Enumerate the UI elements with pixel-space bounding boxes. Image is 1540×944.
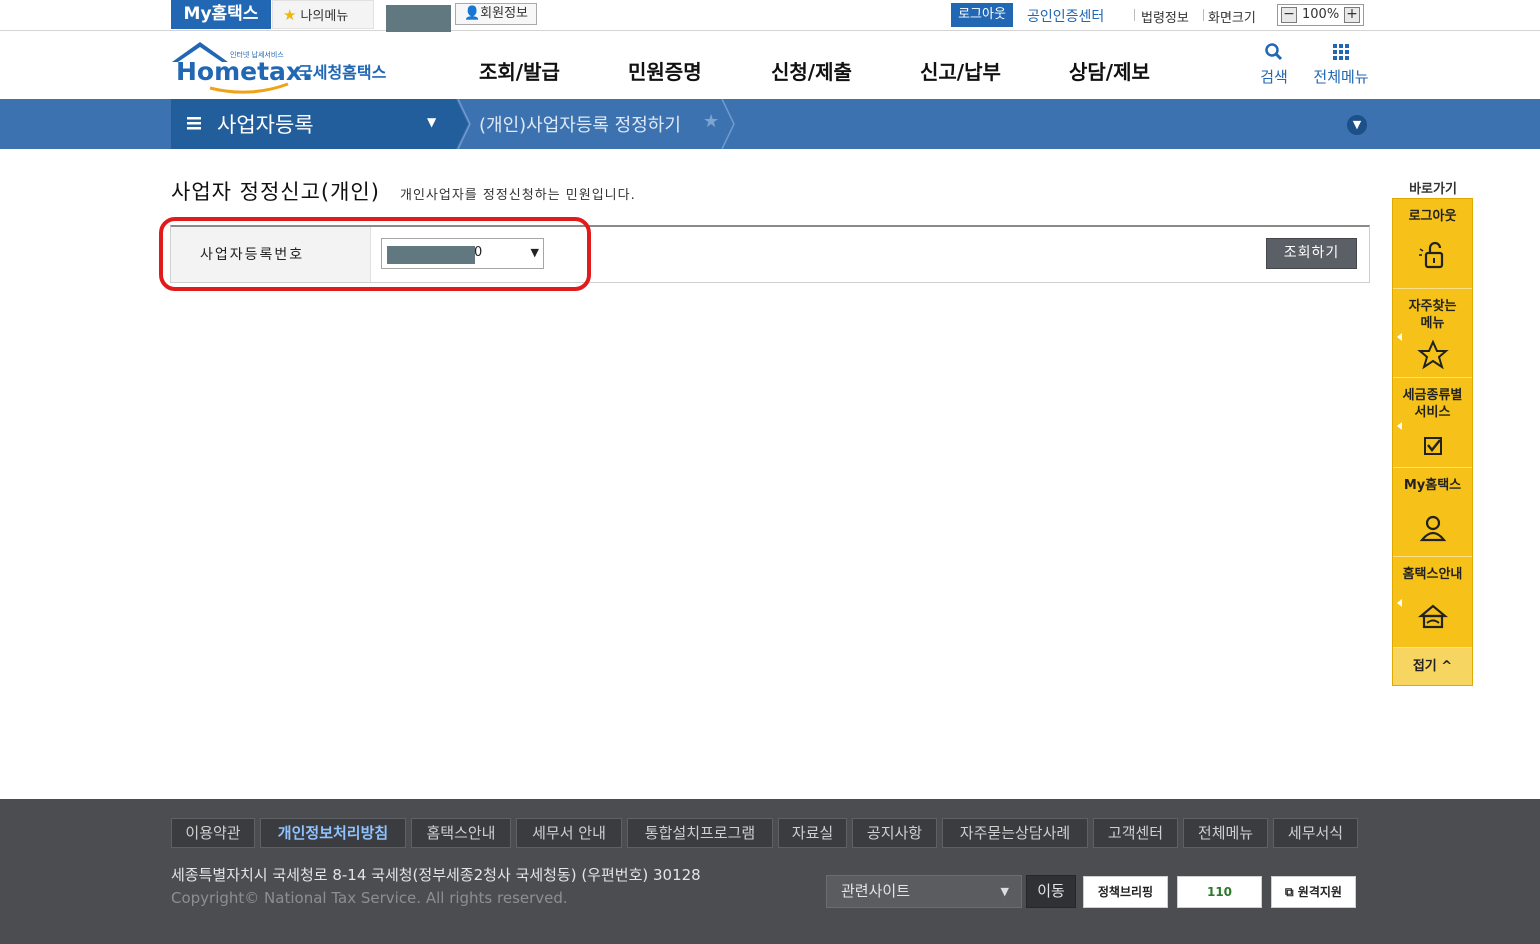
hometax-logo[interactable]: 인터넷 납세서비스 Hometax. 국세청홈택스 xyxy=(170,40,400,96)
search-label: 검색 xyxy=(1260,68,1288,86)
quick-fold-button[interactable]: 접기 ^ xyxy=(1393,648,1472,685)
unlock-icon xyxy=(1419,241,1444,269)
user-icon xyxy=(1419,515,1447,542)
expand-menu-icon[interactable]: ▼ xyxy=(1347,115,1367,135)
footer-link-customer-center[interactable]: 고객센터 xyxy=(1093,818,1178,848)
gnb-report-pay[interactable]: 신고/납부 xyxy=(920,56,1001,85)
person-icon: 👤 xyxy=(463,6,481,21)
quick-menu-panel: 로그아웃 자주찾는 메뉴 세금종류별 서비스 My홈택스 홈택스안내 접기 ^ xyxy=(1392,198,1473,686)
search-icon xyxy=(1265,43,1283,61)
quick-logout[interactable]: 로그아웃 xyxy=(1393,199,1472,289)
footer-link-faq-cases[interactable]: 자주묻는상담사례 xyxy=(942,818,1088,848)
footer-link-tax-forms[interactable]: 세무서식 xyxy=(1273,818,1358,848)
current-page-breadcrumb[interactable]: (개인)사업자등록 정정하기 xyxy=(479,111,681,137)
quick-logout-label: 로그아웃 xyxy=(1408,209,1457,224)
footer-link-terms[interactable]: 이용약관 xyxy=(171,818,255,848)
related-site-select[interactable]: 관련사이트 ▼ xyxy=(826,875,1022,908)
footer-link-all-menu[interactable]: 전체메뉴 xyxy=(1183,818,1268,848)
screen-size-label: 화면크기 xyxy=(1208,11,1256,26)
search-link[interactable]: 검색 xyxy=(1256,42,1292,87)
arrow-left-icon xyxy=(1397,422,1402,430)
remote-support-icon: ⧉ xyxy=(1285,885,1298,899)
footer-copyright: Copyright© National Tax Service. All rig… xyxy=(171,889,568,907)
breadcrumb-arrow-icon xyxy=(721,99,735,149)
favorite-star-icon[interactable]: ★ xyxy=(703,111,719,132)
svg-text:Hometax.: Hometax. xyxy=(176,57,312,86)
svg-text:국세청홈택스: 국세청홈택스 xyxy=(298,63,387,82)
footer-link-tax-office[interactable]: 세무서 안내 xyxy=(516,818,622,848)
star-icon: ★ xyxy=(283,6,297,24)
go-button[interactable]: 이동 xyxy=(1026,875,1076,908)
member-info-button[interactable]: 👤회원정보 xyxy=(455,3,537,25)
quick-fold-label: 접기 xyxy=(1412,659,1437,674)
zoom-in-button[interactable]: + xyxy=(1344,7,1360,23)
lookup-button[interactable]: 조회하기 xyxy=(1266,238,1357,269)
page-description: 개인사업자를 정정신청하는 민원입니다. xyxy=(400,188,636,203)
chevron-down-icon[interactable]: ▼ xyxy=(427,115,436,129)
gnb-consult-tipoff[interactable]: 상담/제보 xyxy=(1069,56,1150,85)
dropdown-arrow-icon: ▼ xyxy=(1000,885,1009,898)
quick-menu-title: 바로가기 xyxy=(1409,182,1457,197)
gnb-certificates[interactable]: 민원증명 xyxy=(628,56,702,85)
quick-my-hometax-label: My홈택스 xyxy=(1403,478,1462,493)
quick-frequent-label: 자주찾는 메뉴 xyxy=(1408,299,1457,331)
user-name-redacted xyxy=(386,5,451,32)
house-logo-icon: 인터넷 납세서비스 Hometax. 국세청홈택스 xyxy=(172,42,387,94)
divider xyxy=(1203,9,1204,21)
gnb-inquiry[interactable]: 조회/발급 xyxy=(479,56,560,85)
logout-button[interactable]: 로그아웃 xyxy=(951,3,1013,27)
star-outline-icon xyxy=(1417,339,1449,370)
gnb-apply-submit[interactable]: 신청/제출 xyxy=(771,56,852,85)
breadcrumb-arrow-icon xyxy=(456,99,471,149)
footer-address: 세종특별자치시 국세청로 8-14 국세청(정부세종2청사 국세청동) (우편번… xyxy=(171,866,701,884)
my-menu-tab[interactable]: ★ 나의메뉴 xyxy=(272,0,374,29)
my-hometax-tab[interactable]: My홈택스 xyxy=(171,0,271,29)
chevron-up-icon: ^ xyxy=(1441,659,1453,674)
page-title: 사업자 정정신고(개인) xyxy=(171,180,380,204)
footer-link-hometax-guide[interactable]: 홈택스안내 xyxy=(411,818,511,848)
zoom-level: 100% xyxy=(1302,7,1340,22)
all-menu-label: 전체메뉴 xyxy=(1313,68,1369,86)
policy-briefing-badge[interactable]: 정책브리핑 xyxy=(1083,876,1168,908)
law-info-link[interactable]: 법령정보 xyxy=(1141,7,1189,26)
remote-support-badge[interactable]: ⧉ 원격지원 xyxy=(1271,876,1356,908)
quick-my-hometax[interactable]: My홈택스 xyxy=(1393,468,1472,557)
quick-frequent-menu[interactable]: 자주찾는 메뉴 xyxy=(1393,289,1472,378)
footer-link-privacy[interactable]: 개인정보처리방침 xyxy=(260,818,406,848)
grid-menu-icon xyxy=(1333,44,1349,60)
all-menu-link[interactable]: 전체메뉴 xyxy=(1308,42,1374,87)
hotline-110-badge[interactable]: 110 xyxy=(1177,876,1262,908)
quick-tax-type-label: 세금종류별 서비스 xyxy=(1402,388,1463,420)
red-highlight-annotation xyxy=(159,217,591,291)
my-menu-label: 나의메뉴 xyxy=(300,9,349,24)
footer-link-notices[interactable]: 공지사항 xyxy=(852,818,937,848)
arrow-left-icon xyxy=(1397,599,1402,607)
cert-center-link[interactable]: 공인인증센터 xyxy=(1027,6,1104,26)
member-info-label: 회원정보 xyxy=(480,6,529,21)
remote-support-label: 원격지원 xyxy=(1297,885,1342,899)
footer-link-archive[interactable]: 자료실 xyxy=(778,818,847,848)
hamburger-icon[interactable] xyxy=(186,112,204,134)
arrow-left-icon xyxy=(1397,333,1402,341)
related-site-label: 관련사이트 xyxy=(841,882,911,900)
divider xyxy=(1134,9,1135,21)
quick-guide-label: 홈택스안내 xyxy=(1402,567,1463,582)
zoom-control: − 100% + xyxy=(1277,4,1364,26)
checkbox-icon xyxy=(1424,437,1442,455)
quick-hometax-guide[interactable]: 홈택스안내 xyxy=(1393,557,1472,648)
quick-tax-type-service[interactable]: 세금종류별 서비스 xyxy=(1393,378,1472,468)
house-icon xyxy=(1417,604,1449,629)
zoom-out-button[interactable]: − xyxy=(1281,7,1297,23)
section-menu-title[interactable]: 사업자등록 xyxy=(217,109,314,139)
footer-link-install-program[interactable]: 통합설치프로그램 xyxy=(627,818,773,848)
